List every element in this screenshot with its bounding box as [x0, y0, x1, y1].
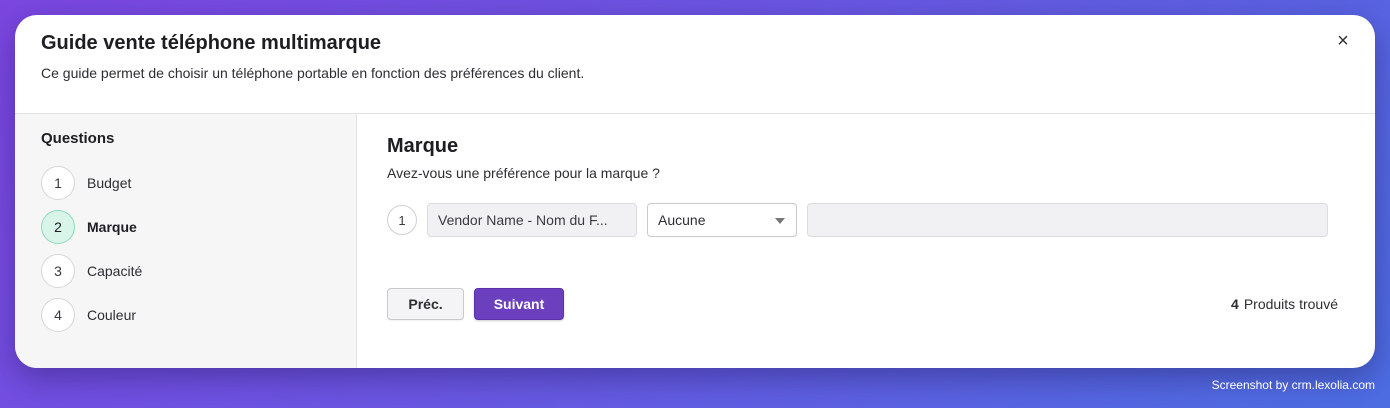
- criteria-field: Vendor Name - Nom du F...: [427, 203, 637, 237]
- step-list: 1 Budget 2 Marque 3 Capacité 4 Couleur: [41, 166, 142, 342]
- step-budget[interactable]: 1 Budget: [41, 166, 142, 200]
- next-button[interactable]: Suivant: [474, 288, 564, 320]
- modal-subtitle: Ce guide permet de choisir un téléphone …: [41, 65, 585, 81]
- step-number: 2: [41, 210, 75, 244]
- prev-button[interactable]: Préc.: [387, 288, 464, 320]
- step-number: 4: [41, 298, 75, 332]
- operator-select-value: Aucune: [658, 212, 706, 228]
- modal-header: Guide vente téléphone multimarque Ce gui…: [15, 15, 1375, 114]
- step-capacite[interactable]: 3 Capacité: [41, 254, 142, 288]
- criteria-value-input[interactable]: [807, 203, 1328, 237]
- step-label: Marque: [87, 219, 137, 235]
- question-text: Avez-vous une préférence pour la marque …: [387, 165, 660, 181]
- step-number: 1: [41, 166, 75, 200]
- modal-title: Guide vente téléphone multimarque: [41, 32, 382, 54]
- results-count: 4 Produits trouvé: [1231, 296, 1338, 312]
- results-label: Produits trouvé: [1243, 296, 1338, 312]
- screenshot-credit: Screenshot by crm.lexolia.com: [1211, 378, 1375, 392]
- question-panel: Marque Avez-vous une préférence pour la …: [357, 114, 1375, 368]
- results-number: 4: [1231, 296, 1239, 312]
- questions-sidebar: Questions 1 Budget 2 Marque 3 Capacité 4…: [15, 114, 357, 368]
- step-couleur[interactable]: 4 Couleur: [41, 298, 142, 332]
- step-label: Capacité: [87, 263, 143, 279]
- step-label: Couleur: [87, 307, 137, 323]
- question-title: Marque: [387, 135, 459, 157]
- chevron-down-icon: [775, 218, 785, 224]
- guide-modal: Guide vente téléphone multimarque Ce gui…: [15, 15, 1375, 368]
- operator-select[interactable]: Aucune: [647, 203, 797, 237]
- step-number: 3: [41, 254, 75, 288]
- step-label: Budget: [87, 175, 132, 191]
- close-icon[interactable]: ×: [1331, 29, 1355, 53]
- sidebar-title: Questions: [41, 130, 115, 147]
- criteria-number: 1: [387, 205, 417, 235]
- step-marque[interactable]: 2 Marque: [41, 210, 142, 244]
